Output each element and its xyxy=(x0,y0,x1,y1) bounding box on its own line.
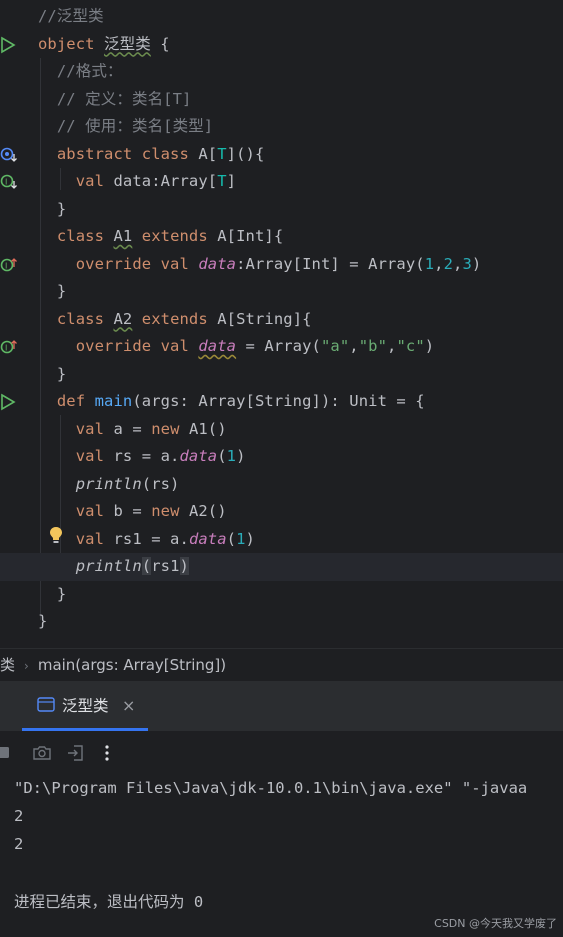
code-line: def main(args: Array[String]): Unit = { xyxy=(56,392,425,410)
console-output[interactable]: "D:\Program Files\Java\jdk-10.0.1\bin\ja… xyxy=(0,774,563,937)
run-toolbar xyxy=(0,732,563,774)
code-line: class A2 extends A[String]{ xyxy=(56,309,312,328)
code-line: class A1 extends A[Int]{ xyxy=(56,227,284,245)
chevron-right-icon: › xyxy=(24,659,29,673)
code-line: } xyxy=(38,282,67,300)
code-line: } xyxy=(38,199,67,218)
breadcrumb: 类 › main(args: Array[String]) xyxy=(0,648,563,682)
code-line: //泛型类 xyxy=(38,7,104,25)
implementing-icon[interactable]: I xyxy=(0,172,22,192)
code-line: val rs1 = a.data(1) xyxy=(75,529,255,548)
code-line: override val data = Array("a","b","c") xyxy=(75,337,435,355)
override-icon[interactable]: I xyxy=(0,337,22,357)
file-tab-icon xyxy=(37,697,55,712)
code-editor[interactable]: I I I //泛型类 object 泛型类 { //格式： // 定义：类名[… xyxy=(0,0,563,648)
implemented-icon[interactable] xyxy=(0,145,22,165)
console-line: 进程已结束，退出代码为 0 xyxy=(14,893,204,911)
close-icon[interactable]: × xyxy=(122,681,135,731)
code-line: //格式： xyxy=(56,62,123,80)
exit-icon[interactable] xyxy=(65,742,87,764)
override-icon[interactable]: I xyxy=(0,255,22,275)
tab-run-config[interactable]: 泛型类 × xyxy=(22,681,148,731)
breadcrumb-object[interactable]: 类 xyxy=(0,656,15,674)
console-line: "D:\Program Files\Java\jdk-10.0.1\bin\ja… xyxy=(14,779,528,797)
tab-active-indicator xyxy=(22,728,148,731)
code-line: val data:Array[T] xyxy=(75,172,237,190)
code-line: } xyxy=(38,584,67,603)
code-line: object 泛型类 { xyxy=(38,34,170,53)
run-gutter-icon[interactable] xyxy=(0,35,22,55)
svg-text:I: I xyxy=(5,178,7,187)
editor-gutter: I I I xyxy=(0,0,30,648)
code-area[interactable]: //泛型类 object 泛型类 { //格式： // 定义：类名[T] // … xyxy=(0,3,563,636)
watermark: CSDN @今天我又学废了 xyxy=(434,917,557,930)
camera-icon[interactable] xyxy=(31,742,53,764)
run-tool-window-tabs: 泛型类 × xyxy=(0,681,563,732)
svg-text:I: I xyxy=(5,262,7,271)
code-line: } xyxy=(38,612,48,630)
stop-icon[interactable] xyxy=(0,742,16,764)
svg-text:I: I xyxy=(5,344,7,353)
console-line: 2 xyxy=(14,835,24,853)
code-line: // 定义：类名[T] xyxy=(56,89,192,108)
code-line: abstract class A[T](){ xyxy=(56,144,265,163)
breadcrumb-method[interactable]: main(args: Array[String]) xyxy=(38,656,226,674)
code-line-current: println(rs1) xyxy=(0,553,563,581)
run-gutter-icon[interactable] xyxy=(0,392,22,412)
code-line: println(rs) xyxy=(75,474,180,493)
code-line: override val data:Array[Int] = Array(1,2… xyxy=(75,254,482,273)
console-line: 2 xyxy=(14,807,24,825)
code-line: val rs = a.data(1) xyxy=(75,447,246,465)
tab-label: 泛型类 xyxy=(62,697,109,715)
code-line: val a = new A1() xyxy=(75,419,227,438)
more-icon[interactable] xyxy=(96,742,118,764)
code-line: } xyxy=(38,364,67,383)
code-line: val b = new A2() xyxy=(75,502,227,520)
code-line: // 使用：类名[类型] xyxy=(56,117,214,135)
